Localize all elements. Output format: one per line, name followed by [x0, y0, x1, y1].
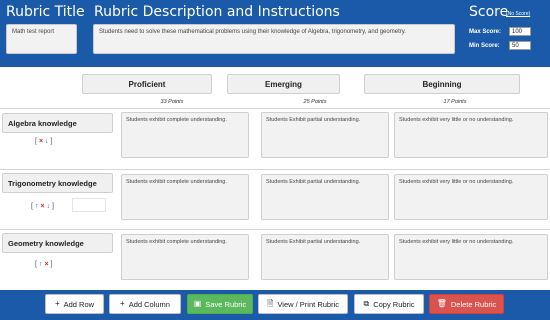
remove-row-icon[interactable]: ×: [39, 138, 43, 145]
row-weight-input[interactable]: [72, 198, 106, 212]
no-score-link[interactable]: (No Score): [506, 11, 530, 17]
cell-trigonometry-proficient[interactable]: Students exhibit complete understanding.: [121, 174, 249, 220]
cell-algebra-beginning[interactable]: Students exhibit very little or no under…: [394, 112, 548, 158]
copy-rubric-button[interactable]: ⧉ Copy Rubric: [354, 294, 424, 314]
rubric-description-input[interactable]: Students need to solve these mathematica…: [93, 24, 455, 54]
floppy-disk-icon: ▣: [193, 299, 202, 308]
rubric-description-label: Rubric Description and Instructions: [94, 4, 340, 20]
bracket-close: ]: [50, 138, 53, 145]
row-divider: [0, 169, 550, 170]
delete-rubric-button[interactable]: 🗑 Delete Rubric: [429, 294, 504, 314]
row-divider: [0, 108, 550, 109]
document-icon: 🗎: [267, 299, 274, 308]
cell-algebra-emerging[interactable]: Students Exhibit partial understanding.: [261, 112, 389, 158]
copy-icon: ⧉: [363, 299, 370, 308]
add-column-label: Add Column: [128, 299, 170, 309]
bracket-open: [: [35, 138, 37, 145]
add-row-button[interactable]: + Add Row: [45, 294, 104, 314]
bracket-open: [: [31, 203, 33, 210]
cell-geometry-proficient[interactable]: Students exhibit complete understanding.: [121, 234, 249, 280]
max-score-input[interactable]: 100: [509, 27, 531, 36]
bracket-close: ]: [50, 261, 53, 268]
min-score-input[interactable]: 50: [509, 41, 531, 50]
remove-row-icon[interactable]: ×: [44, 261, 48, 268]
delete-rubric-label: Delete Rubric: [450, 299, 497, 309]
move-down-icon[interactable]: ↓: [47, 203, 51, 210]
rubric-title-input[interactable]: Math test report: [6, 24, 77, 54]
view-print-rubric-button[interactable]: 🗎 View / Print Rubric: [258, 294, 348, 314]
add-row-label: Add Row: [63, 299, 95, 309]
view-print-label: View / Print Rubric: [277, 299, 339, 309]
move-down-icon[interactable]: ↓: [45, 138, 49, 145]
rubric-header: Rubric Title Math test report Rubric Des…: [0, 0, 550, 67]
plus-icon: +: [120, 299, 125, 308]
row-controls: [ × ↓ ]: [35, 138, 53, 145]
bracket-open: [: [35, 261, 37, 268]
level-points-proficient: 33 Points: [160, 99, 184, 105]
criterion-trigonometry[interactable]: Trigonometry knowledge: [2, 173, 113, 193]
criterion-algebra[interactable]: Algebra knowledge: [2, 113, 113, 133]
row-controls: [ ↑ × ↓ ]: [31, 203, 54, 210]
level-header-beginning[interactable]: Beginning: [364, 74, 520, 94]
cell-geometry-beginning[interactable]: Students exhibit very little or no under…: [394, 234, 548, 280]
save-rubric-button[interactable]: ▣ Save Rubric: [187, 294, 253, 314]
bracket-close: ]: [52, 203, 54, 210]
move-up-icon[interactable]: ↑: [35, 203, 39, 210]
cell-trigonometry-beginning[interactable]: Students exhibit very little or no under…: [394, 174, 548, 220]
row-divider: [0, 229, 550, 230]
score-label: Score: [469, 4, 509, 20]
trash-icon: 🗑: [436, 299, 447, 308]
copy-rubric-label: Copy Rubric: [373, 299, 415, 309]
level-points-beginning: 17 Points: [443, 99, 467, 105]
level-header-emerging[interactable]: Emerging: [227, 74, 340, 94]
row-controls: [ ↑ × ]: [35, 261, 53, 268]
action-bar: + Add Row + Add Column ▣ Save Rubric 🗎 V…: [0, 290, 550, 320]
cell-geometry-emerging[interactable]: Students Exhibit partial understanding.: [261, 234, 389, 280]
cell-trigonometry-emerging[interactable]: Students Exhibit partial understanding.: [261, 174, 389, 220]
min-score-label: Min Score:: [469, 43, 500, 49]
criterion-geometry[interactable]: Geometry knowledge: [2, 233, 113, 253]
max-score-label: Max Score:: [469, 29, 502, 35]
level-header-proficient[interactable]: Proficient: [82, 74, 212, 94]
plus-icon: +: [54, 299, 60, 308]
level-points-emerging: 25 Points: [303, 99, 327, 105]
add-column-button[interactable]: + Add Column: [109, 294, 181, 314]
save-rubric-label: Save Rubric: [205, 299, 247, 309]
move-up-icon[interactable]: ↑: [39, 261, 43, 268]
rubric-title-label: Rubric Title: [6, 4, 85, 20]
cell-algebra-proficient[interactable]: Students exhibit complete understanding.: [121, 112, 249, 158]
remove-row-icon[interactable]: ×: [40, 203, 44, 210]
